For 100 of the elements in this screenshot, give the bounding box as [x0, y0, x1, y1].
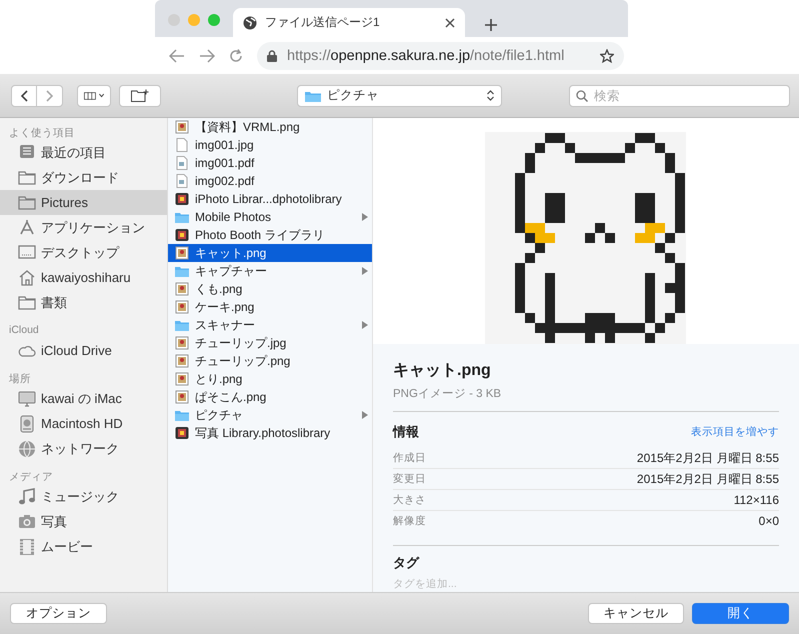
zoom-window-button[interactable] — [208, 14, 220, 26]
camera-icon — [18, 512, 36, 530]
sidebar-heading: メディア — [8, 470, 54, 484]
new-folder-button[interactable] — [119, 84, 161, 106]
sidebar-item[interactable]: kawai の iMac — [0, 386, 167, 411]
file-row[interactable]: とり.png — [168, 370, 372, 388]
music-note-icon — [18, 488, 36, 506]
sidebar-item[interactable]: ムービー — [0, 534, 167, 559]
app-store-icon — [18, 218, 36, 236]
folder-icon — [18, 168, 36, 186]
star-icon[interactable] — [600, 48, 614, 62]
folder-icon — [175, 318, 189, 332]
sidebar-item[interactable]: Pictures — [0, 190, 167, 215]
file-row[interactable]: 写真 Library.photoslibrary — [168, 424, 372, 442]
file-row[interactable]: チューリップ.png — [168, 352, 372, 370]
sidebar-item[interactable]: 書類 — [0, 290, 167, 315]
view-options-button[interactable] — [77, 84, 111, 106]
sidebar-item[interactable]: アプリケーション — [0, 215, 167, 240]
disclosure-triangle-icon — [362, 213, 368, 221]
pdf-document-icon — [175, 174, 189, 188]
show-more-link[interactable]: 表示項目を増やす — [691, 425, 779, 439]
sidebar-heading: 場所 — [8, 372, 32, 386]
image-thumbnail-icon — [175, 390, 189, 404]
file-row[interactable]: チューリップ.jpg — [168, 334, 372, 352]
file-row[interactable]: くも.png — [168, 280, 372, 298]
forward-arrow-icon[interactable] — [199, 48, 215, 62]
photo-library-icon — [175, 192, 189, 206]
url-text: https://openpne.sakura.ne.jp/note/file1.html — [287, 48, 566, 64]
photo-library-icon — [175, 426, 189, 440]
info-value: 2015年2月2日 月曜日 8:55 — [636, 450, 779, 466]
columns-icon — [84, 90, 96, 100]
sidebar-item[interactable]: iCloud Drive — [0, 338, 167, 363]
info-label: 作成日 — [393, 451, 426, 465]
house-icon — [18, 268, 36, 286]
location-popup[interactable]: ピクチャ — [297, 84, 502, 106]
folder-icon — [305, 89, 321, 102]
file-name: キャット.png — [393, 361, 492, 381]
file-row[interactable]: ピクチャ — [168, 406, 372, 424]
file-row[interactable]: キャプチャー — [168, 262, 372, 280]
info-value: 2015年2月2日 月曜日 8:55 — [636, 470, 779, 488]
open-button[interactable]: 開く — [692, 603, 789, 624]
desktop-icon — [18, 244, 36, 262]
section-heading: タグ — [393, 554, 420, 572]
file-row[interactable]: img002.pdf — [168, 172, 372, 190]
blank-document-icon — [175, 138, 189, 152]
sidebar-item[interactable]: デスクトップ — [0, 240, 167, 265]
file-row[interactable]: img001.pdf — [168, 154, 372, 172]
file-row[interactable]: 【資料】VRML.png — [168, 118, 372, 136]
options-button[interactable]: オプション — [10, 603, 107, 624]
file-row[interactable]: img001.jpg — [168, 136, 372, 154]
chevron-right-icon — [46, 90, 54, 102]
sidebar-heading: よく使う項目 — [8, 126, 76, 140]
image-thumbnail-icon — [175, 372, 189, 386]
sidebar-item[interactable]: kawaiyoshiharu — [0, 265, 167, 290]
file-row[interactable]: ケーキ.png — [168, 298, 372, 316]
monitor-icon — [18, 390, 36, 408]
pdf-document-icon — [175, 156, 189, 170]
up-down-arrows-icon — [487, 90, 494, 101]
sidebar-item[interactable]: Macintosh HD — [0, 411, 167, 436]
close-icon[interactable] — [445, 18, 455, 28]
info-label: 大きさ — [393, 493, 426, 507]
info-value: 0×0 — [758, 514, 779, 528]
film-strip-icon — [18, 538, 36, 556]
address-bar[interactable]: https://openpne.sakura.ne.jp/note/file1.html — [257, 42, 624, 70]
file-row[interactable]: ぱそこん.png — [168, 388, 372, 406]
sidebar-item[interactable]: ミュージック — [0, 484, 167, 509]
disclosure-triangle-icon — [362, 411, 368, 419]
image-thumbnail-icon — [175, 282, 189, 296]
file-row[interactable]: スキャナー — [168, 316, 372, 334]
folder-icon — [18, 194, 36, 212]
back-button[interactable] — [11, 84, 37, 106]
sidebar-item[interactable]: 最近の項目 — [0, 140, 167, 165]
folder-icon — [175, 264, 189, 278]
search-field[interactable]: 検索 — [569, 84, 790, 106]
caret-icon — [98, 93, 104, 98]
new-tab-icon[interactable] — [485, 19, 497, 31]
info-label: 変更日 — [393, 472, 426, 486]
sidebar-item[interactable]: 写真 — [0, 509, 167, 534]
info-label: 解像度 — [393, 514, 426, 528]
lock-icon — [267, 50, 277, 62]
image-thumbnail-icon — [175, 336, 189, 350]
new-folder-icon — [131, 89, 149, 102]
file-row[interactable]: iPhoto Librar...dphotolibrary — [168, 190, 372, 208]
tag-input-field[interactable]: タグを追加... — [393, 578, 593, 590]
sidebar-item[interactable]: ネットワーク — [0, 436, 167, 461]
tab-title: ファイル送信ページ1 — [265, 14, 381, 31]
reload-icon[interactable] — [229, 48, 243, 62]
cancel-button[interactable]: キャンセル — [588, 603, 684, 624]
sidebar-heading: iCloud — [8, 323, 40, 338]
info-value: 112×116 — [734, 493, 779, 507]
sidebar-item[interactable]: ダウンロード — [0, 165, 167, 190]
browser-tab[interactable]: ファイル送信ページ1 — [233, 8, 465, 37]
file-kind-size: PNGイメージ - 3 KB — [393, 386, 779, 412]
file-row[interactable]: Mobile Photos — [168, 208, 372, 226]
file-row[interactable]: キャット.png — [168, 244, 372, 262]
disclosure-triangle-icon — [362, 267, 368, 275]
file-row[interactable]: Photo Booth ライブラリ — [168, 226, 372, 244]
image-thumbnail-icon — [175, 354, 189, 368]
folder-icon — [18, 294, 36, 312]
back-arrow-icon[interactable] — [169, 48, 185, 62]
